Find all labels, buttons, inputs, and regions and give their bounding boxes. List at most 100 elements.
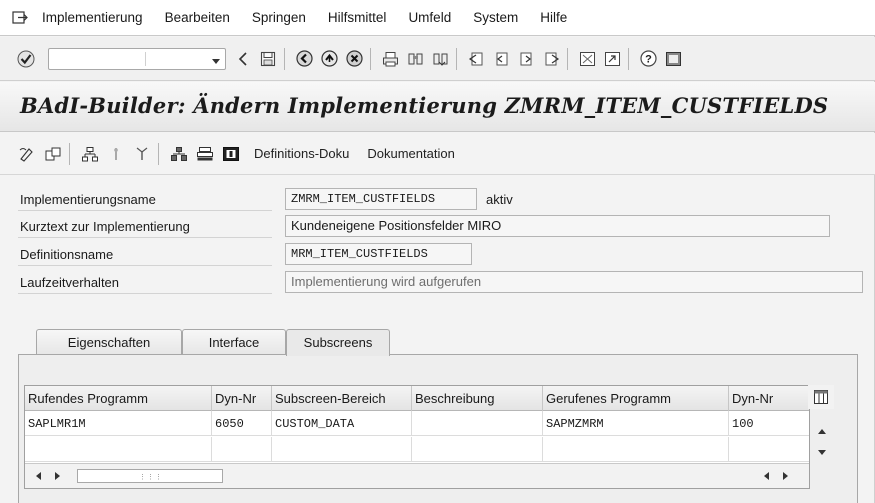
label-underline: [18, 210, 272, 211]
short-text-field[interactable]: Kundeneigene Positionsfelder MIRO: [285, 215, 830, 237]
table-cell[interactable]: SAPMZMRM: [543, 411, 729, 436]
where-used-icon[interactable]: [194, 143, 216, 165]
horizontal-scrollbar[interactable]: ⋮⋮⋮: [25, 463, 809, 488]
layout-menu-icon[interactable]: [662, 48, 684, 70]
first-page-icon[interactable]: [465, 48, 487, 70]
scroll-right-icon[interactable]: [779, 470, 791, 482]
toolbar-separator: [69, 142, 70, 165]
table-cell[interactable]: [729, 437, 809, 462]
print-icon[interactable]: [379, 48, 401, 70]
scroll-left-icon[interactable]: [33, 470, 45, 482]
shortcut-icon[interactable]: [601, 48, 623, 70]
object-list-icon[interactable]: [168, 143, 190, 165]
label-underline: [18, 293, 272, 294]
find-icon[interactable]: [404, 48, 426, 70]
menu-springen[interactable]: Springen: [252, 10, 306, 25]
hierarchy-icon[interactable]: [79, 143, 101, 165]
display-change-icon[interactable]: [16, 143, 38, 165]
table-header: Rufendes Programm Dyn-Nr Subscreen-Berei…: [25, 386, 809, 411]
form-row-short-text: Kurztext zur Implementierung Kundeneigen…: [0, 215, 875, 239]
menu-hilfe[interactable]: Hilfe: [540, 10, 567, 25]
toolbar-separator: [370, 47, 371, 70]
next-page-icon[interactable]: [515, 48, 537, 70]
table-cell[interactable]: CUSTOM_DATA: [272, 411, 412, 436]
toolbar-separator: [456, 47, 457, 70]
save-icon[interactable]: [257, 48, 279, 70]
column-header[interactable]: Dyn-Nr: [729, 386, 809, 411]
table-cell[interactable]: [272, 437, 412, 462]
table-row[interactable]: SAPLMR1M 6050 CUSTOM_DATA SAPMZMRM 100: [25, 411, 809, 436]
column-header[interactable]: Rufendes Programm: [25, 386, 212, 411]
standard-toolbar: ?: [0, 37, 875, 81]
table-cell[interactable]: 6050: [212, 411, 272, 436]
last-page-icon[interactable]: [540, 48, 562, 70]
find-next-icon[interactable]: [429, 48, 451, 70]
table-cell[interactable]: [412, 437, 543, 462]
toolbar-separator: [284, 47, 285, 70]
menu-bearbeiten[interactable]: Bearbeiten: [165, 10, 230, 25]
table-cell[interactable]: [412, 411, 543, 436]
other-object-icon[interactable]: [42, 143, 64, 165]
info-icon[interactable]: [220, 143, 242, 165]
column-header[interactable]: Gerufenes Programm: [543, 386, 729, 411]
form-row-runtime: Laufzeitverhalten Implementierung wird a…: [0, 271, 875, 295]
back-arrow-icon[interactable]: [232, 48, 254, 70]
column-header[interactable]: Beschreibung: [412, 386, 543, 411]
definition-name-field[interactable]: MRM_ITEM_CUSTFIELDS: [285, 243, 472, 265]
label-underline: [18, 237, 272, 238]
definition-doc-button[interactable]: Definitions-Doku: [254, 146, 349, 161]
toolbar-separator: [567, 47, 568, 70]
scroll-left-icon[interactable]: [761, 470, 773, 482]
scroll-right-icon[interactable]: [51, 470, 63, 482]
scrollbar-grip-icon: ⋮⋮⋮: [139, 474, 163, 481]
table-cell[interactable]: 100: [729, 411, 809, 436]
tab-eigenschaften[interactable]: Eigenschaften: [36, 329, 182, 355]
runtime-field: Implementierung wird aufgerufen: [285, 271, 863, 293]
command-input[interactable]: [49, 49, 199, 68]
previous-page-icon[interactable]: [490, 48, 512, 70]
enter-check-icon[interactable]: [16, 49, 36, 69]
column-header[interactable]: Subscreen-Bereich: [272, 386, 412, 411]
menu-hilfsmittel[interactable]: Hilfsmittel: [328, 10, 387, 25]
deactivate-icon[interactable]: [131, 143, 153, 165]
table-cell[interactable]: SAPLMR1M: [25, 411, 212, 436]
new-session-icon[interactable]: [576, 48, 598, 70]
activate-icon[interactable]: [105, 143, 127, 165]
table-settings-icon[interactable]: [808, 385, 834, 409]
menu-system[interactable]: System: [473, 10, 518, 25]
exit-menu-icon[interactable]: [12, 10, 34, 26]
runtime-label: Laufzeitverhalten: [20, 275, 120, 290]
menu-bar: Implementierung Bearbeiten Springen Hilf…: [0, 0, 875, 36]
help-icon[interactable]: ?: [637, 48, 659, 70]
table-cell[interactable]: [25, 437, 212, 462]
scroll-down-icon[interactable]: [816, 446, 828, 461]
column-header[interactable]: Dyn-Nr: [212, 386, 272, 411]
impl-status-text: aktiv: [486, 192, 513, 207]
label-underline: [18, 265, 272, 266]
table-cell[interactable]: [543, 437, 729, 462]
table-cell[interactable]: [212, 437, 272, 462]
subscreens-table: Rufendes Programm Dyn-Nr Subscreen-Berei…: [24, 385, 810, 489]
scrollbar-thumb[interactable]: ⋮⋮⋮: [77, 469, 223, 483]
toolbar-separator: [628, 47, 629, 70]
chevron-down-icon[interactable]: [211, 54, 221, 69]
impl-name-field[interactable]: ZMRM_ITEM_CUSTFIELDS: [285, 188, 477, 210]
cancel-icon[interactable]: [343, 48, 365, 70]
back-icon[interactable]: [293, 48, 315, 70]
command-field[interactable]: [48, 47, 226, 70]
documentation-button[interactable]: Dokumentation: [367, 146, 454, 161]
table-row[interactable]: [25, 437, 809, 462]
impl-name-label: Implementierungsname: [20, 192, 156, 207]
scroll-up-icon[interactable]: [816, 424, 828, 439]
tab-interface[interactable]: Interface: [182, 329, 286, 355]
vertical-scrollbar[interactable]: [810, 410, 834, 464]
toolbar-separator: [158, 142, 159, 165]
tab-strip: Eigenschaften Interface Subscreens: [18, 329, 858, 356]
exit-icon[interactable]: [318, 48, 340, 70]
menu-umfeld[interactable]: Umfeld: [408, 10, 451, 25]
definition-name-label: Definitionsname: [20, 247, 114, 262]
tab-subscreens[interactable]: Subscreens: [286, 329, 390, 356]
application-toolbar: Definitions-Doku Dokumentation: [0, 133, 875, 175]
form-row-definition: Definitionsname MRM_ITEM_CUSTFIELDS: [0, 243, 875, 267]
menu-implementierung[interactable]: Implementierung: [42, 10, 143, 25]
